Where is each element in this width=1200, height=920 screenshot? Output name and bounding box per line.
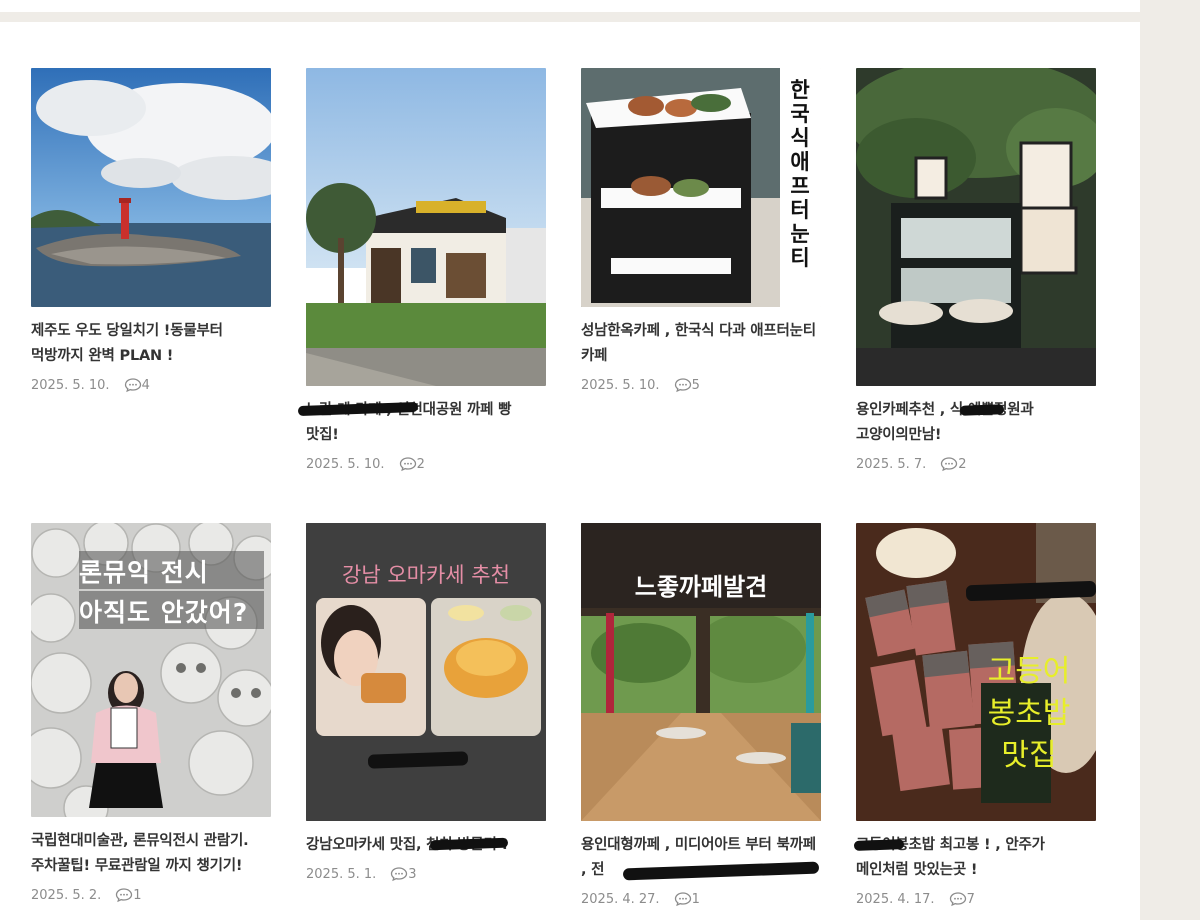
- post-thumbnail[interactable]: 론뮤익 전시 아직도 안갔어?: [31, 523, 271, 817]
- post-title[interactable]: 강남오마카세 맛집, 천치 방문기 !: [306, 833, 546, 858]
- post-card[interactable]: 노란 계 카페 , 인천대공원 까페 빵 맛집! 2025. 5. 10. 2: [297, 68, 546, 472]
- post-grid-panel: 제주도 우도 당일치기 !동물부터 먹방까지 완벽 PLAN ! 2025. 5…: [0, 22, 1140, 920]
- overlay-line: 맛집: [1001, 738, 1057, 773]
- comment-count: 2: [958, 456, 967, 472]
- post-date: 2025. 5. 2.: [31, 887, 102, 903]
- post-title[interactable]: 용인카페추천 , 식 예쁜정원과 고양이의만남!: [856, 398, 1096, 448]
- post-date: 2025. 4. 17.: [856, 891, 935, 907]
- hanok-cafe-image: [306, 68, 546, 386]
- image-overlay-text: 론뮤익 전시: [79, 558, 209, 587]
- post-date: 2025. 4. 27.: [581, 891, 660, 907]
- overlay-line: 고등어: [987, 654, 1071, 689]
- redaction-mark: [959, 404, 1005, 416]
- comment-count: 1: [133, 887, 142, 903]
- post-thumbnail[interactable]: 고등어 봉초밥 맛집: [856, 523, 1096, 821]
- post-card[interactable]: 강남 오마카세 추천 강남오마카세 맛집, 천치 방문기 ! 2025. 5. …: [306, 523, 546, 882]
- comment-count: 3: [408, 866, 417, 882]
- post-meta: 2025. 4. 27. 1: [581, 891, 821, 907]
- post-thumbnail[interactable]: [31, 68, 271, 307]
- comment-icon: [949, 892, 966, 907]
- post-card[interactable]: 용인카페추천 , 식 예쁜정원과 고양이의만남! 2025. 5. 7. 2: [856, 68, 1096, 472]
- redaction-mark: [622, 861, 820, 881]
- post-title[interactable]: 성남한옥카페 , 한국식 다과 애프터눈티 카페: [581, 319, 821, 369]
- top-bar: [0, 0, 1140, 12]
- post-thumbnail[interactable]: 느좋까페발견: [581, 523, 821, 821]
- post-thumbnail[interactable]: 강남 오마카세 추천: [306, 523, 546, 821]
- post-meta: 2025. 5. 10. 4: [31, 377, 271, 393]
- post-title[interactable]: 제주도 우도 당일치기 !동물부터 먹방까지 완벽 PLAN !: [31, 319, 271, 369]
- post-meta: 2025. 4. 17. 7: [856, 891, 1096, 907]
- post-title[interactable]: 국립현대미술관, 론뮤익전시 관람기. 주차꿀팁! 무료관람일 까지 챙기기!: [31, 829, 271, 879]
- garden-cafe-image: [856, 68, 1096, 386]
- redaction-mark: [853, 839, 905, 851]
- overlay-line: 봉초밥: [987, 696, 1071, 731]
- post-date: 2025. 5. 10.: [31, 377, 110, 393]
- comment-count: 5: [691, 377, 700, 393]
- post-card[interactable]: 한국식 애프터눈티 성남한옥카페 , 한국식 다과 애프터눈티 카페 2025.…: [581, 68, 821, 393]
- post-thumbnail[interactable]: 한국식 애프터눈티: [581, 68, 821, 307]
- post-title[interactable]: 용인대형까페 , 미디어아트 부터 북까페 , 전: [581, 833, 821, 883]
- image-overlay-text: 느좋까페발견: [634, 573, 768, 601]
- post-meta: 2025. 5. 10. 2: [306, 456, 546, 472]
- post-meta: 2025. 5. 7. 2: [856, 456, 1096, 472]
- post-date: 2025. 5. 7.: [856, 456, 927, 472]
- comment-count: 7: [966, 891, 975, 907]
- post-meta: 2025. 5. 2. 1: [31, 887, 271, 903]
- post-date: 2025. 5. 1.: [306, 866, 377, 882]
- comment-icon: [941, 457, 958, 472]
- post-title-text: 용인카페추천 , 식 예쁜정원과 고양이의만남!: [856, 402, 1034, 443]
- post-title[interactable]: 고등어봉초밥 최고봉 ! , 안주가 메인처럼 맛있는곳 !: [853, 833, 1096, 883]
- comment-icon: [116, 888, 133, 903]
- comment-icon: [399, 457, 416, 472]
- comment-icon: [674, 892, 691, 907]
- post-meta: 2025. 5. 10. 5: [581, 377, 821, 393]
- post-date: 2025. 5. 10.: [306, 456, 385, 472]
- post-title[interactable]: 노란 계 카페 , 인천대공원 까페 빵 맛집!: [297, 398, 546, 448]
- post-thumbnail[interactable]: [856, 68, 1096, 386]
- image-overlay-text: 고등어 봉초밥 맛집: [974, 651, 1084, 777]
- comment-icon: [124, 378, 141, 393]
- post-thumbnail[interactable]: [306, 68, 546, 386]
- comment-count: 1: [691, 891, 700, 907]
- comment-count: 2: [416, 456, 425, 472]
- post-meta: 2025. 5. 1. 3: [306, 866, 546, 882]
- jeju-udo-lighthouse-image: [31, 68, 271, 307]
- post-card[interactable]: 느좋까페발견 용인대형까페 , 미디어아트 부터 북까페 , 전 2025. 4…: [581, 523, 821, 907]
- comment-count: 4: [141, 377, 150, 393]
- post-card[interactable]: 고등어 봉초밥 맛집 고등어봉초밥 최고봉 ! , 안주가 메인처럼 맛있는곳 …: [853, 523, 1096, 907]
- image-overlay-text: 한국식 애프터눈티: [790, 78, 810, 270]
- image-overlay-text: 강남 오마카세 추천: [342, 563, 510, 587]
- post-date: 2025. 5. 10.: [581, 377, 660, 393]
- comment-icon: [391, 867, 408, 882]
- post-card[interactable]: 론뮤익 전시 아직도 안갔어? 국립현대미술관, 론뮤익전시 관람기. 주차꿀팁…: [31, 523, 271, 903]
- comment-icon: [674, 378, 691, 393]
- image-overlay-text: 아직도 안갔어?: [79, 598, 249, 627]
- post-card[interactable]: 제주도 우도 당일치기 !동물부터 먹방까지 완벽 PLAN ! 2025. 5…: [31, 68, 271, 393]
